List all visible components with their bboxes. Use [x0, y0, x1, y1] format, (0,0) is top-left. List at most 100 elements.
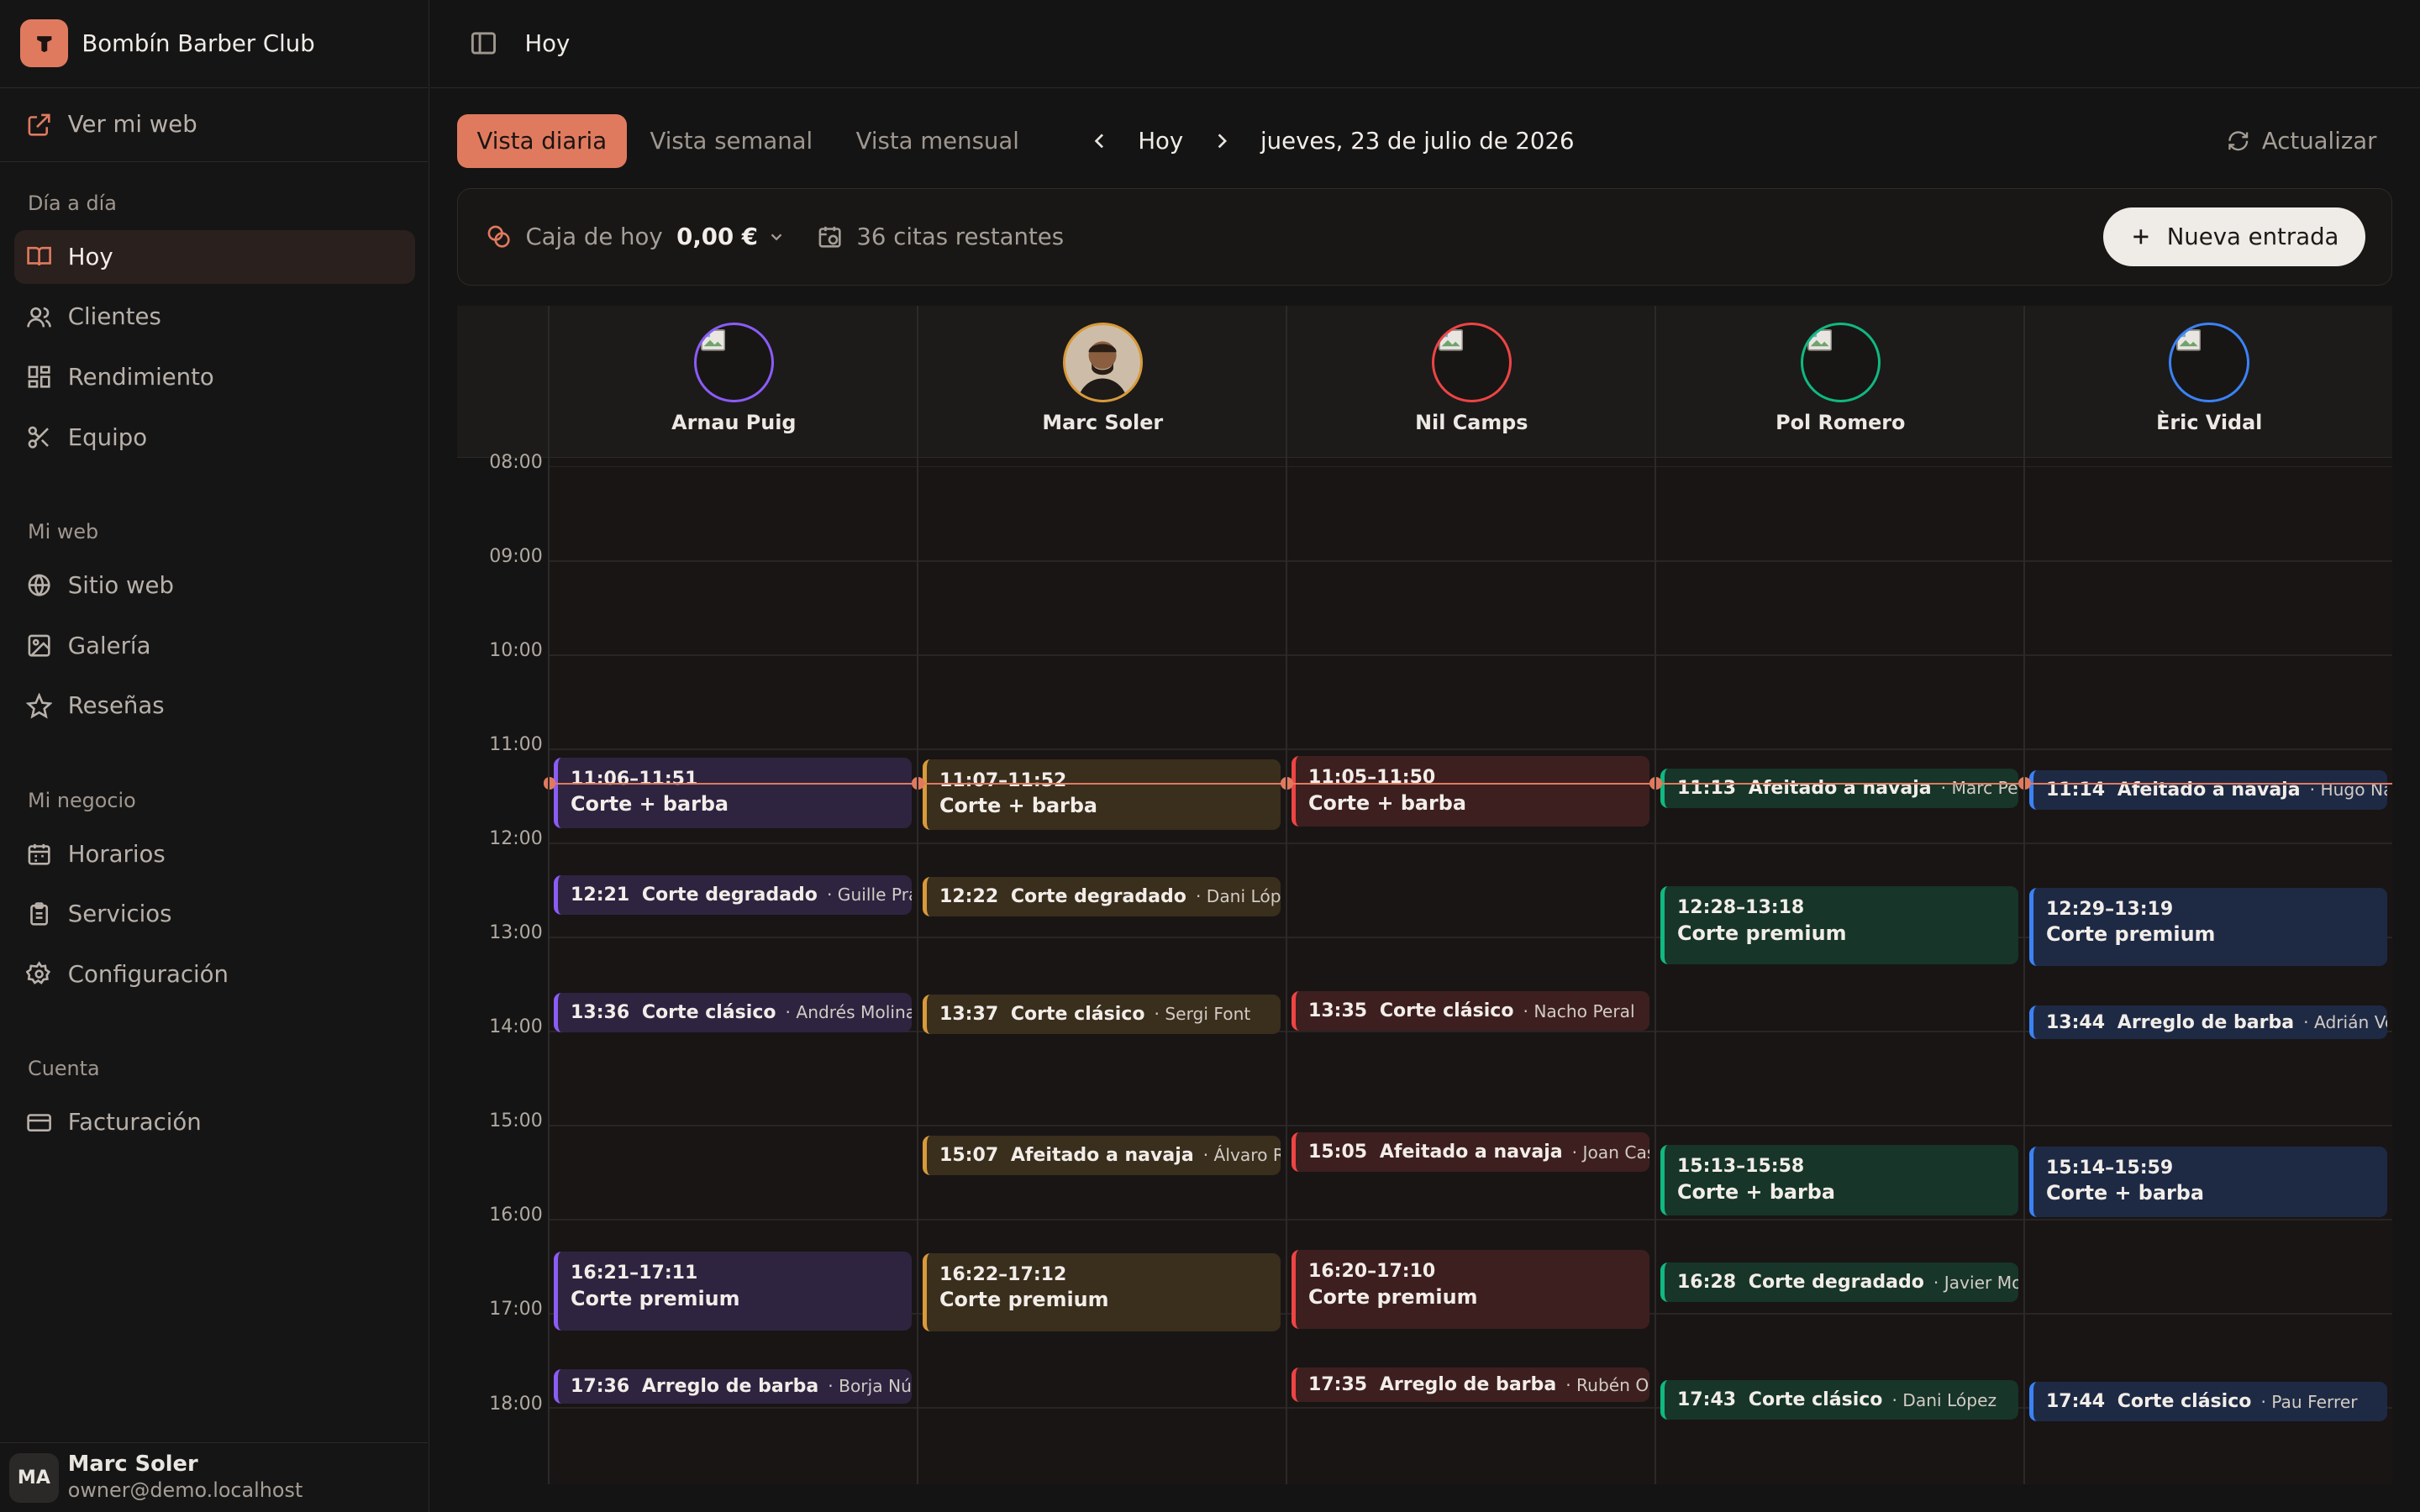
sidebar-item-servicios[interactable]: Servicios [14, 887, 416, 941]
appointment-card[interactable]: 17:44 Corte clásico · Pau Ferrer [2029, 1382, 2388, 1421]
sidebar-item-hoy[interactable]: Hoy [13, 229, 416, 284]
sidebar-item-facturacion[interactable]: Facturación [14, 1095, 416, 1149]
next-day-button[interactable] [1205, 124, 1239, 158]
hour-label: 14:00 [489, 1016, 543, 1038]
appointment-card[interactable]: 16:28 Corte degradado · Javier Morales [1660, 1263, 2019, 1302]
staff-photo [1062, 322, 1144, 403]
credit-card-icon [27, 1113, 52, 1131]
prev-day-button[interactable] [1082, 124, 1116, 158]
staff-column[interactable] [549, 458, 917, 1484]
appointment-card[interactable]: 13:37 Corte clásico · Sergi Font [923, 994, 1281, 1034]
appointment-time: 16:20–17:10 [1307, 1261, 1436, 1283]
appointment-time: 12:22 [939, 885, 999, 907]
chevron-down-icon[interactable] [767, 228, 786, 246]
appointment-card[interactable]: 15:14–15:59 Corte + barba [2029, 1147, 2388, 1218]
appointment-card[interactable]: 11:14Afeitado a navaja· Hugo Navarro [2029, 769, 2388, 810]
new-entry-button[interactable]: Nueva entrada [2103, 207, 2365, 266]
sidebar-item-sitio-web[interactable]: Sitio web [14, 559, 416, 612]
appointment-service: Arreglo de barba [641, 1375, 819, 1397]
appointment-card[interactable]: 15:05 Afeitado a navaja · Joan Casals [1292, 1132, 1650, 1172]
sidebar-item-resenas[interactable]: Reseñas [14, 679, 416, 732]
refresh-button[interactable]: Actualizar [2227, 114, 2377, 168]
tab-daily[interactable]: Vista diaria [456, 113, 627, 169]
appointment-card[interactable]: 13:35 Corte clásico · Nacho Peral [1292, 991, 1650, 1031]
chevron-left-icon [1094, 134, 1103, 149]
appointment-time: 13:35 [1307, 1000, 1368, 1022]
column-divider [916, 305, 918, 1484]
appointment-card[interactable]: 16:20–17:10 Corte premium [1292, 1250, 1650, 1329]
staff-header[interactable]: Marc Soler [918, 306, 1287, 459]
appointment-card[interactable]: 12:22 Corte degradado · Dani López [923, 876, 1281, 916]
appointment-card[interactable]: 11:05–11:50 Corte + barba [1292, 756, 1650, 827]
sidebar-item-galeria[interactable]: Galería [14, 619, 416, 673]
appointment-client: · Dani López [1891, 1389, 1997, 1410]
appointment-client: · Dani López [1195, 886, 1281, 907]
tab-weekly[interactable]: Vista semanal [630, 114, 833, 168]
day-calendar: Arnau Puig Marc Soler Nil Camps Pol Romero È… [456, 305, 2392, 1484]
appointment-card[interactable]: 12:28–13:18 Corte premium [1660, 886, 2019, 965]
staff-column[interactable] [1286, 458, 1655, 1484]
brand-logo-icon [19, 19, 68, 68]
appointment-service: Corte clásico [1379, 1000, 1514, 1022]
calendar-clock-icon [818, 227, 841, 248]
sidebar-item-equipo[interactable]: Equipo [14, 411, 416, 465]
appointment-card[interactable]: 17:35 Arreglo de barba · Rubén Ortega [1292, 1368, 1650, 1402]
new-entry-label: Nueva entrada [2166, 223, 2339, 250]
appointment-service: Corte + barba [1307, 790, 1466, 815]
user-name: Marc Soler [67, 1451, 198, 1477]
column-divider [1285, 305, 1287, 1484]
hour-label: 11:00 [489, 734, 543, 756]
appointment-card[interactable]: 13:36 Corte clásico · Andrés Molina [554, 993, 913, 1032]
hour-label: 12:00 [489, 828, 543, 850]
view-website-label: Ver mi web [67, 111, 197, 139]
sidebar-toggle-icon[interactable] [469, 29, 498, 58]
staff-header[interactable]: Nil Camps [1287, 306, 1656, 459]
scissors-icon [28, 426, 50, 449]
appointment-time: 16:21–17:11 [571, 1263, 698, 1284]
appointment-time: 11:07–11:52 [939, 769, 1067, 791]
sidebar-item-rendimiento[interactable]: Rendimiento [14, 350, 416, 404]
appointment-service: Corte premium [2045, 922, 2216, 947]
today-button[interactable]: Hoy [1117, 128, 1205, 155]
gear-icon [26, 961, 51, 985]
appointment-card[interactable]: 16:22–17:12 Corte premium [923, 1253, 1281, 1332]
calendar-header: Arnau Puig Marc Soler Nil Camps Pol Romero È… [456, 305, 2392, 459]
sidebar-item-configuracion[interactable]: Configuración [14, 948, 416, 1001]
staff-header[interactable]: Èric Vidal [2025, 306, 2392, 459]
appointment-time: 16:22–17:12 [939, 1264, 1067, 1286]
clipboard-icon [30, 901, 49, 926]
staff-column[interactable] [1655, 458, 2023, 1484]
view-website-link[interactable]: Ver mi web [0, 88, 428, 162]
users-icon [27, 307, 52, 328]
appointment-card[interactable]: 15:13–15:58 Corte + barba [1660, 1145, 2019, 1216]
refresh-icon [2228, 131, 2248, 151]
section-title-web: Mi web [28, 519, 99, 543]
appointment-card[interactable]: 11:07–11:52 Corte + barba [923, 759, 1281, 830]
tab-monthly[interactable]: Vista mensual [836, 114, 1039, 168]
appointment-card[interactable]: 15:07 Afeitado a navaja · Álvaro Ruiz [923, 1136, 1281, 1175]
appointment-service: Corte clásico [1748, 1389, 1883, 1411]
staff-header[interactable]: Pol Romero [1656, 306, 2025, 459]
chevron-right-icon [1218, 134, 1228, 149]
appointment-time: 13:36 [571, 1001, 630, 1023]
cash-label: Caja de hoy [525, 223, 663, 250]
cash-value[interactable]: 0,00 € [676, 223, 758, 250]
appointment-service: Corte premium [571, 1286, 740, 1310]
staff-column[interactable] [2024, 458, 2392, 1484]
appointment-card[interactable]: 17:36 Arreglo de barba · Borja Núñez [554, 1369, 913, 1404]
brand[interactable]: Bombín Barber Club [0, 0, 428, 88]
appointment-card[interactable]: 13:44 Arreglo de barba · Adrián Vega [2029, 1005, 2388, 1040]
user-menu[interactable]: MA Marc Soler owner@demo.localhost [0, 1442, 428, 1512]
appointment-card[interactable]: 11:13 Afeitado a navaja · Marc Peña [1660, 769, 2019, 808]
appointment-card[interactable]: 11:06–11:51 Corte + barba [554, 757, 913, 828]
appointment-service: Afeitado a navaja [1379, 1142, 1563, 1163]
appointment-card[interactable]: 16:21–17:11 Corte premium [554, 1252, 913, 1331]
sidebar-item-horarios[interactable]: Horarios [14, 827, 416, 880]
appointment-card[interactable]: 17:43 Corte clásico · Dani López [1660, 1380, 2019, 1420]
staff-header[interactable]: Arnau Puig [550, 306, 918, 459]
appointment-card[interactable]: 12:29–13:19 Corte premium [2029, 887, 2388, 967]
appointment-client: · Joan Casals [1571, 1142, 1650, 1163]
appointment-card[interactable]: 12:21 Corte degradado · Guille Prat [554, 875, 913, 915]
topbar: Hoy [430, 0, 2420, 88]
sidebar-item-clientes[interactable]: Clientes [14, 290, 416, 344]
